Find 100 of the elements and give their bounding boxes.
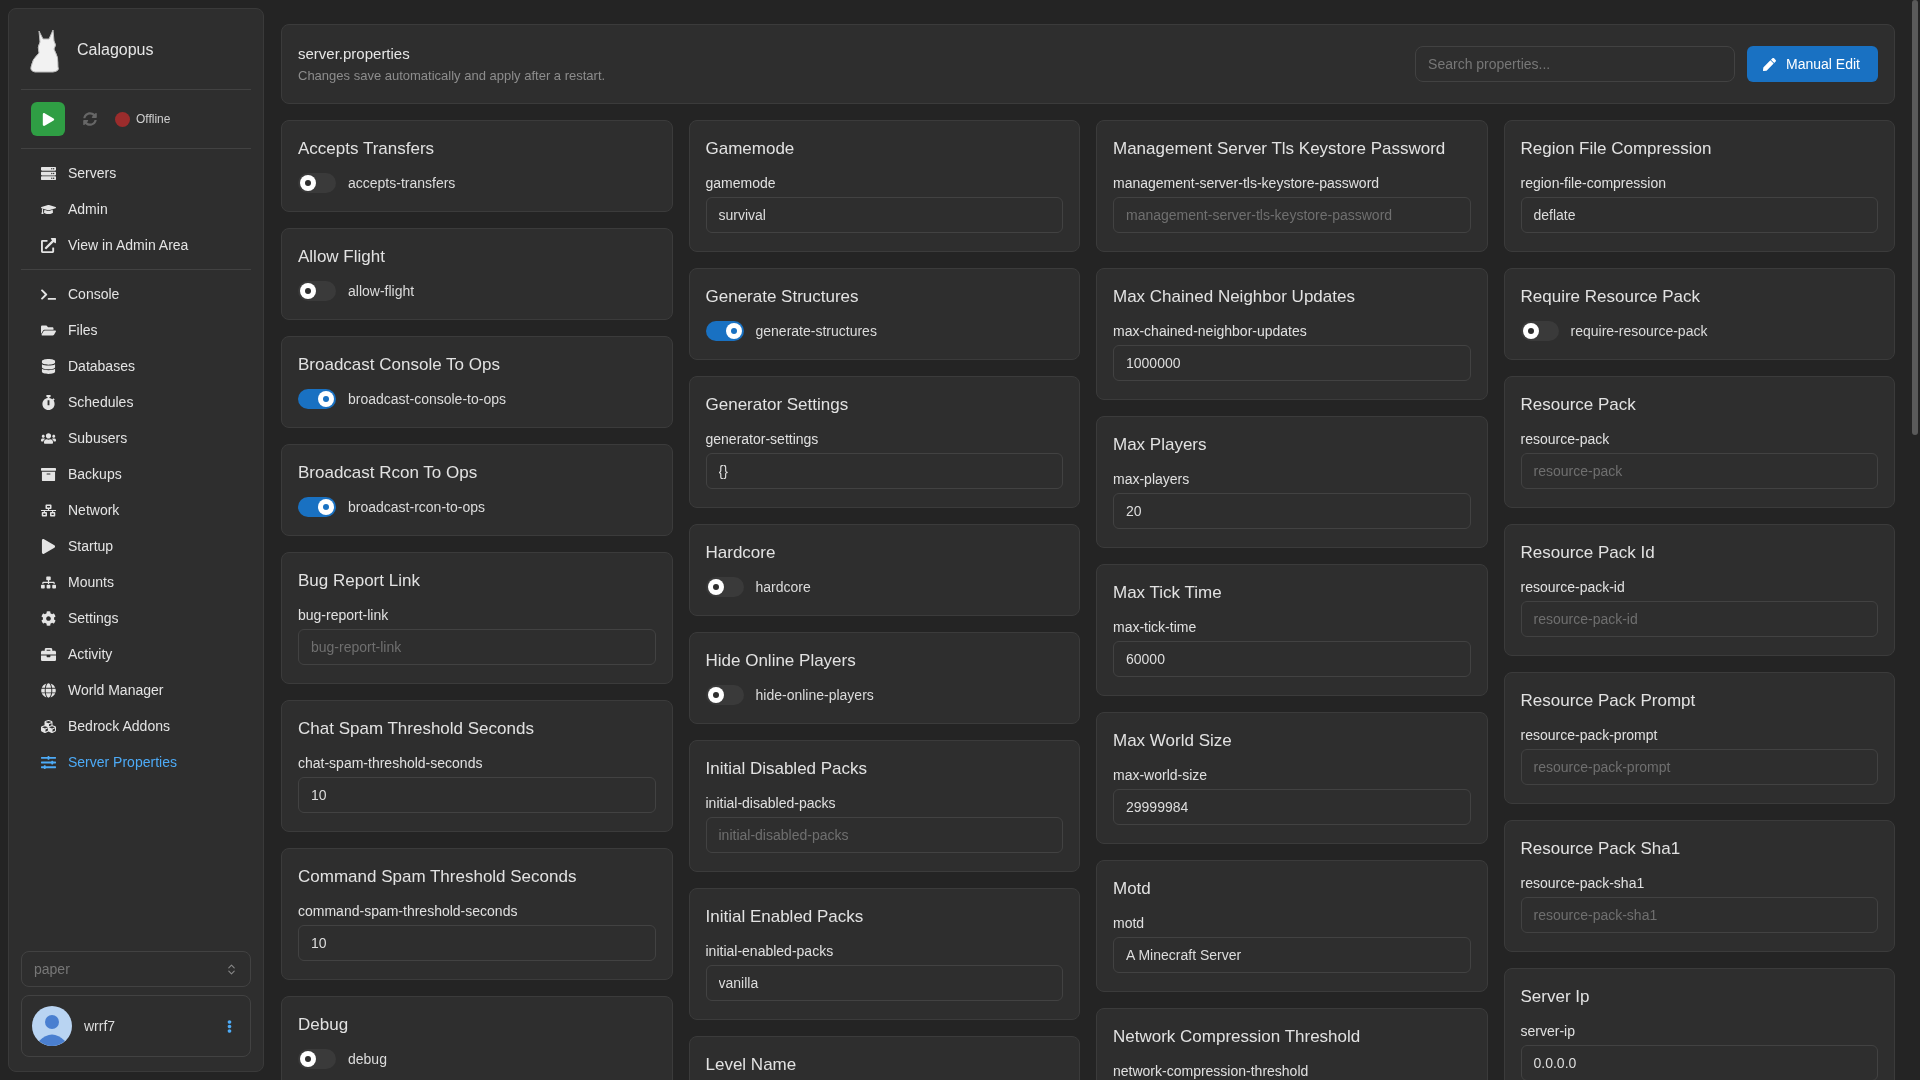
property-title: Initial Enabled Packs (705, 907, 865, 927)
manual-edit-button[interactable]: Manual Edit (1747, 46, 1878, 82)
stopwatch-icon (41, 394, 56, 410)
input-field[interactable]: 20 (1113, 493, 1471, 529)
field-label: initial-enabled-packs (705, 943, 835, 959)
input-field[interactable]: vanilla (705, 965, 1063, 1001)
nav-item[interactable]: Startup (21, 528, 251, 564)
input-field[interactable]: {} (705, 453, 1063, 489)
field-label: max-world-size (1113, 767, 1209, 783)
brand-name: Calagopus (77, 41, 154, 59)
start-button[interactable] (31, 102, 65, 136)
nav-item[interactable]: Settings (21, 600, 251, 636)
input-field[interactable]: initial-disabled-packs (705, 817, 1063, 853)
external-link-icon (41, 237, 56, 253)
property-key: accepts-transfers (348, 175, 456, 191)
input-field[interactable]: resource-pack-sha1 (1520, 897, 1878, 933)
property-title: Allow Flight (298, 247, 386, 267)
input-field[interactable]: 29999984 (1113, 789, 1471, 825)
property-key: hardcore (755, 579, 811, 595)
page-title: server.properties (298, 45, 411, 62)
input-field[interactable]: management-server-tls-keystore-password (1113, 197, 1471, 233)
field-label: initial-disabled-packs (705, 795, 837, 811)
toggle-switch[interactable] (298, 497, 336, 517)
nav-item[interactable]: Admin (21, 191, 251, 227)
field-label: management-server-tls-keystore-password (1113, 175, 1381, 191)
page-subtitle: Changes save automatically and apply after a restart. (298, 68, 607, 83)
nav-item[interactable]: Backups (21, 456, 251, 492)
toggle-switch[interactable] (298, 173, 336, 193)
property-title: Resource Pack Id (1520, 543, 1656, 563)
toggle-switch[interactable] (1520, 321, 1559, 341)
property-title: Generate Structures (705, 287, 860, 307)
property-title: Resource Pack (1520, 395, 1637, 415)
input-field[interactable]: A Minecraft Server (1113, 937, 1471, 973)
nav-item[interactable]: Databases (21, 348, 251, 384)
servers-icon (41, 165, 56, 181)
archive-icon (41, 466, 56, 482)
property-title: Max Tick Time (1113, 583, 1223, 603)
nav-item[interactable]: Console (21, 276, 251, 312)
input-field[interactable]: resource-pack (1520, 453, 1878, 489)
restart-icon[interactable] (83, 112, 97, 126)
input-field[interactable]: deflate (1520, 197, 1878, 233)
property-key: allow-flight (348, 283, 415, 299)
property-key: broadcast-rcon-to-ops (348, 499, 485, 515)
input-field[interactable]: 1000000 (1113, 345, 1471, 381)
field-label: gamemode (705, 175, 777, 191)
toggle-switch[interactable] (705, 685, 744, 705)
play-icon (41, 538, 56, 554)
property-key: require-resource-pack (1570, 323, 1708, 339)
field-label: resource-pack-id (1520, 579, 1626, 595)
input-field[interactable]: 10 (298, 777, 656, 813)
property-key: debug (348, 1051, 387, 1067)
property-title: Broadcast Console To Ops (298, 355, 501, 375)
input-field[interactable]: 0.0.0.0 (1520, 1045, 1878, 1080)
property-title: Resource Pack Sha1 (1520, 839, 1682, 859)
toggle-switch[interactable] (705, 321, 744, 341)
pencil-icon (1763, 57, 1777, 71)
input-field[interactable]: 60000 (1113, 641, 1471, 677)
toggle-switch[interactable] (298, 389, 336, 409)
nav-item[interactable]: Mounts (21, 564, 251, 600)
nav-item[interactable]: Bedrock Addons (21, 708, 251, 744)
property-key: hide-online-players (755, 687, 874, 703)
status-dot (115, 111, 130, 127)
property-title: Accepts Transfers (298, 139, 436, 159)
property-title: Level Name (705, 1055, 798, 1075)
field-label: max-tick-time (1113, 619, 1198, 635)
property-key: broadcast-console-to-ops (348, 391, 506, 407)
nav-item[interactable]: View in Admin Area (21, 227, 251, 263)
nav-item[interactable]: World Manager (21, 672, 251, 708)
nav-item[interactable]: Activity (21, 636, 251, 672)
users-icon (41, 430, 56, 446)
nav-item[interactable]: Subusers (21, 420, 251, 456)
property-title: Generator Settings (705, 395, 850, 415)
field-label: region-file-compression (1520, 175, 1667, 191)
toggle-switch[interactable] (298, 281, 336, 301)
nav-item[interactable]: Files (21, 312, 251, 348)
nav-item[interactable]: Servers (21, 155, 251, 191)
property-title: Max World Size (1113, 731, 1233, 751)
property-title: Management Server Tls Keystore Password (1113, 139, 1447, 159)
input-field[interactable]: resource-pack-prompt (1520, 749, 1878, 785)
input-field[interactable]: bug-report-link (298, 629, 656, 665)
scrollbar[interactable] (1912, 0, 1918, 435)
field-label: resource-pack (1520, 431, 1611, 447)
property-title: Hardcore (705, 543, 777, 563)
toggle-switch[interactable] (298, 1049, 336, 1069)
field-label: command-spam-threshold-seconds (298, 903, 519, 919)
toggle-switch[interactable] (705, 577, 744, 597)
search-field[interactable]: Search properties... (1415, 46, 1736, 82)
property-title: Command Spam Threshold Seconds (298, 867, 578, 887)
nav-item[interactable]: Network (21, 492, 251, 528)
property-title: Debug (298, 1015, 350, 1035)
input-field[interactable]: survival (705, 197, 1063, 233)
nav-item[interactable]: Server Properties (21, 744, 251, 780)
field-label: server-ip (1520, 1023, 1576, 1039)
input-field[interactable]: resource-pack-id (1520, 601, 1878, 637)
field-label: motd (1113, 915, 1146, 931)
field-label: resource-pack-prompt (1520, 727, 1659, 743)
property-title: Resource Pack Prompt (1520, 691, 1697, 711)
nav-item[interactable]: Schedules (21, 384, 251, 420)
avatar (32, 1006, 72, 1046)
input-field[interactable]: 10 (298, 925, 656, 961)
